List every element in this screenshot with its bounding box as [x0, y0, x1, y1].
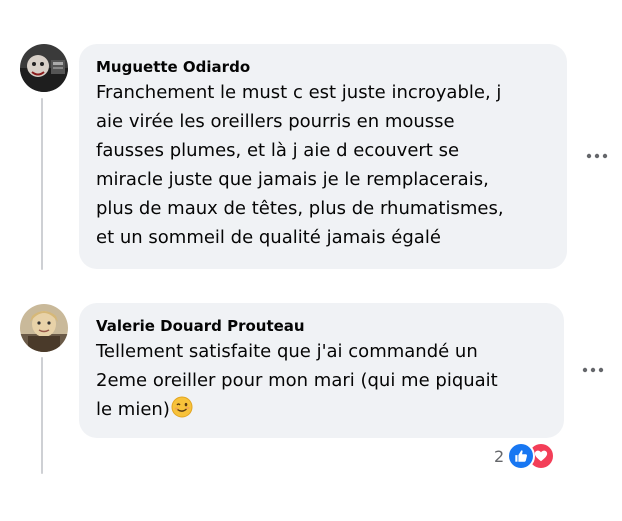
avatar[interactable]	[20, 44, 68, 92]
comment-text-line: le mien)	[96, 395, 546, 427]
winking-face-emoji	[171, 396, 193, 427]
more-horizontal-icon[interactable]	[579, 360, 607, 380]
comment-author[interactable]: Valerie Douard Prouteau	[96, 315, 546, 337]
comment-text: Tellement satisfaite que j'ai commandé u…	[96, 337, 546, 427]
comment-text-line: plus de maux de têtes, plus de rhumatism…	[96, 198, 504, 219]
comment-text-fragment: le mien)	[96, 399, 170, 420]
reaction-count: 2	[494, 446, 505, 466]
comment-bubble: Valerie Douard Prouteau Tellement satisf…	[79, 303, 564, 438]
thread-line	[41, 98, 43, 270]
comment-author[interactable]: Muguette Odiardo	[96, 56, 549, 78]
more-horizontal-icon[interactable]	[583, 146, 611, 166]
comment-text-line: Tellement satisfaite que j'ai commandé u…	[96, 341, 478, 362]
thread-line	[41, 357, 43, 474]
comment-text: Franchement le must c est juste incroyab…	[96, 78, 549, 252]
like-icon	[507, 442, 536, 470]
comment-text-line: et un sommeil de qualité jamais égalé	[96, 227, 441, 248]
comment-bubble: Muguette Odiardo Franchement le must c e…	[79, 44, 567, 269]
comment-text-line: 2eme oreiller pour mon mari (qui me piqu…	[96, 370, 498, 391]
comment-text-line: miracle juste que jamais je le remplacer…	[96, 169, 489, 190]
reactions-summary[interactable]: 2	[494, 442, 556, 470]
comment-text-line: fausses plumes, et là j aie d ecouvert s…	[96, 140, 460, 161]
comment-text-line: aie virée les oreillers pourris en mouss…	[96, 111, 455, 132]
avatar[interactable]	[20, 304, 68, 352]
comment-text-line: Franchement le must c est juste incroyab…	[96, 82, 502, 103]
